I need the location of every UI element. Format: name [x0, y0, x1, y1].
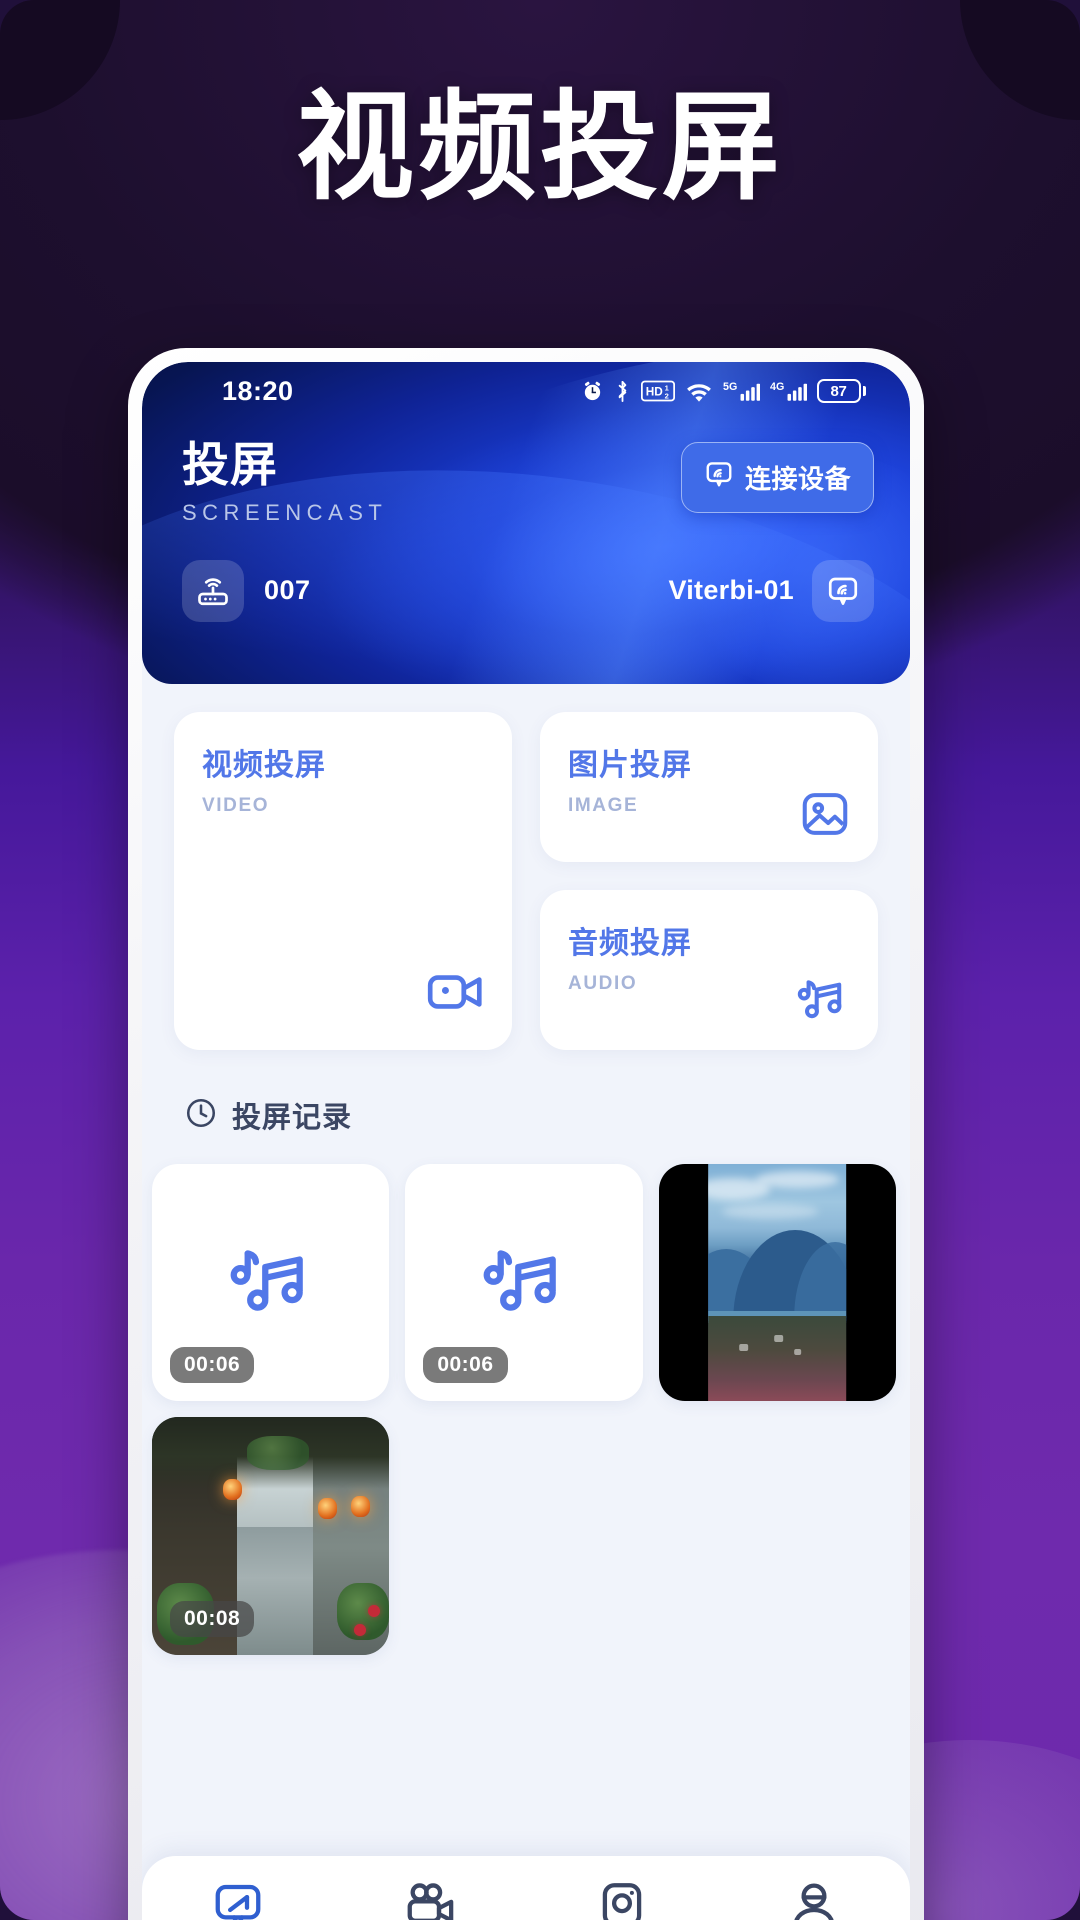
status-time: 18:20	[222, 375, 294, 406]
connect-device-button[interactable]: 连接设备	[680, 442, 874, 513]
card-image-cast[interactable]: 图片投屏 IMAGE	[540, 712, 878, 862]
bottom-navigation	[142, 1856, 910, 1920]
duration-badge: 00:06	[170, 1347, 255, 1384]
cast-icon	[704, 459, 734, 496]
brand-block: 投屏 SCREENCAST	[182, 442, 387, 526]
history-grid: 00:06 00:06 00:08	[142, 1164, 910, 1655]
history-item-video-thumbnail[interactable]	[658, 1164, 896, 1402]
brand-title-en: SCREENCAST	[182, 499, 388, 525]
signal-4g-icon: 4G	[770, 379, 807, 403]
card-video-title: 视频投屏	[202, 748, 326, 783]
music-note-icon	[481, 1237, 567, 1328]
duration-badge: 00:06	[423, 1347, 508, 1384]
nav-item-video[interactable]	[403, 1878, 457, 1920]
hero-bottom-row: 007 Viterbi-01	[142, 559, 910, 622]
promo-title: 视频投屏	[295, 78, 784, 216]
image-icon	[798, 787, 852, 846]
cards-column-right: 图片投屏 IMAGE 音频投屏 AUDIO	[540, 712, 878, 1050]
cast-icon	[211, 1878, 265, 1920]
signal-5g-icon: 5G	[723, 379, 760, 403]
history-item-audio-1[interactable]: 00:06	[152, 1164, 390, 1402]
history-header: 投屏记录	[142, 1050, 910, 1136]
card-audio-title: 音频投屏	[568, 926, 692, 961]
svg-text:2: 2	[664, 392, 668, 401]
wifi-name: 007	[264, 575, 311, 606]
router-icon	[182, 559, 244, 622]
history-item-audio-2[interactable]: 00:06	[405, 1164, 643, 1402]
wifi-info[interactable]: 007	[182, 559, 311, 622]
card-audio-cast[interactable]: 音频投屏 AUDIO	[540, 890, 878, 1050]
device-name: Viterbi-01	[668, 575, 794, 606]
status-icons: HD 1 2 5G 4G 87	[581, 379, 866, 403]
alarm-icon	[581, 380, 604, 403]
hero-banner: 18:20 HD 1 2 5G 4G 87 投屏 SCREENCAST 连接设备…	[142, 362, 910, 684]
card-video-cast[interactable]: 视频投屏 VIDEO	[174, 712, 512, 1050]
action-cards: 视频投屏 VIDEO 图片投屏 IMAGE 音频投屏 AUDIO	[142, 684, 910, 1050]
music-note-icon	[228, 1237, 314, 1328]
device-info[interactable]: Viterbi-01	[668, 559, 874, 622]
svg-text:5G: 5G	[723, 381, 737, 393]
connect-device-label: 连接设备	[744, 464, 851, 494]
status-bar: 18:20 HD 1 2 5G 4G 87	[142, 362, 910, 420]
battery-icon: 87	[816, 379, 866, 403]
battery-level: 87	[816, 379, 861, 403]
clock-icon	[184, 1096, 218, 1135]
music-note-icon	[796, 973, 850, 1032]
battery-tip	[862, 386, 866, 396]
cards-column-left: 视频投屏 VIDEO	[174, 712, 512, 1050]
svg-text:4G: 4G	[770, 381, 784, 393]
video-camera-icon	[424, 961, 486, 1028]
hero-top-row: 投屏 SCREENCAST 连接设备	[142, 420, 910, 526]
nav-item-profile[interactable]	[787, 1878, 841, 1920]
history-item-picture-thumbnail[interactable]: 00:08	[152, 1417, 390, 1655]
camera-icon	[595, 1878, 649, 1920]
svg-text:HD: HD	[645, 385, 663, 399]
hd-icon: HD 1 2	[640, 380, 675, 402]
person-icon	[787, 1878, 841, 1920]
bluetooth-icon	[614, 380, 631, 403]
duration-badge: 00:08	[170, 1600, 255, 1637]
video-camera-icon	[403, 1878, 457, 1920]
history-title: 投屏记录	[232, 1100, 353, 1134]
thumbnail-mountain-lake	[708, 1164, 847, 1402]
phone-mockup: 18:20 HD 1 2 5G 4G 87 投屏 SCREENCAST 连接设备…	[128, 348, 924, 1920]
card-video-subtitle: VIDEO	[202, 795, 270, 816]
brand-title-zh: 投屏	[182, 438, 278, 493]
cast-device-icon	[812, 559, 874, 622]
card-image-title: 图片投屏	[568, 748, 692, 783]
wifi-icon	[685, 380, 713, 403]
phone-screen: 18:20 HD 1 2 5G 4G 87 投屏 SCREENCAST 连接设备…	[142, 362, 910, 1920]
nav-item-camera[interactable]	[595, 1878, 649, 1920]
nav-item-cast[interactable]	[211, 1878, 265, 1920]
